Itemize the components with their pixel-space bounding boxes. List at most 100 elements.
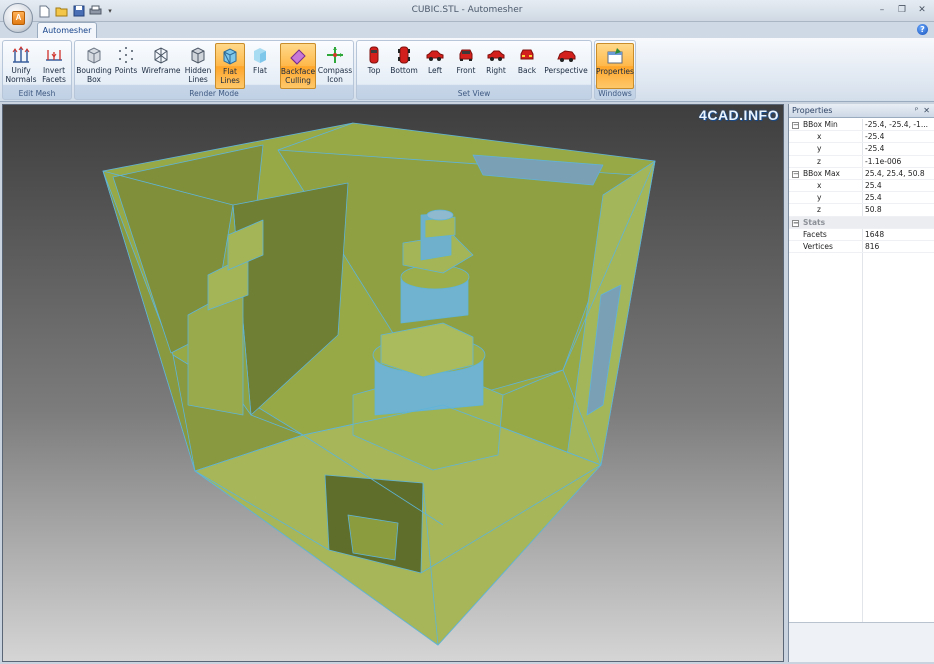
property-row[interactable]: x -25.4 bbox=[789, 131, 934, 144]
ribbon: Unify Normals Invert Facets Edit Mesh Bo… bbox=[0, 38, 934, 102]
property-value: 25.4 bbox=[865, 180, 882, 190]
property-row[interactable]: y 25.4 bbox=[789, 192, 934, 205]
button-label: Wireframe bbox=[141, 66, 181, 75]
button-label: Invert Facets bbox=[42, 66, 66, 84]
minimize-button[interactable]: – bbox=[876, 4, 888, 16]
compass-icon bbox=[325, 44, 345, 66]
button-label: Right bbox=[486, 66, 506, 75]
points-button[interactable]: Points bbox=[113, 43, 139, 89]
group-label: Render Mode bbox=[189, 89, 239, 98]
car-right-icon bbox=[486, 44, 506, 66]
invert-facets-icon bbox=[44, 44, 64, 66]
group-label: Set View bbox=[457, 89, 491, 98]
points-icon bbox=[116, 44, 136, 66]
button-label: Back bbox=[517, 66, 537, 75]
view-top-button[interactable]: Top bbox=[359, 43, 389, 89]
watermark: 4CAD.INFO bbox=[699, 107, 779, 123]
group-windows: Properties Windows bbox=[594, 40, 636, 100]
hidden-lines-button[interactable]: Hidden Lines bbox=[183, 43, 213, 89]
3d-viewport[interactable]: 4CAD.INFO bbox=[2, 104, 784, 662]
property-row[interactable]: z 50.8 bbox=[789, 204, 934, 217]
button-label: Top bbox=[367, 66, 381, 75]
app-icon: A bbox=[12, 11, 25, 25]
car-top-icon bbox=[364, 44, 384, 66]
view-left-button[interactable]: Left bbox=[421, 43, 449, 89]
property-grid: − BBox Min -25.4, -25.4, -1... x -25.4 y… bbox=[789, 119, 934, 254]
flat-button[interactable]: Flat bbox=[247, 43, 273, 89]
bounding-box-icon bbox=[84, 44, 104, 66]
restore-button[interactable]: ❐ bbox=[896, 4, 908, 16]
property-value: -25.4, -25.4, -1... bbox=[865, 120, 928, 129]
property-row-bbox-min[interactable]: − BBox Min -25.4, -25.4, -1... bbox=[789, 119, 934, 132]
property-value: -25.4 bbox=[865, 144, 885, 154]
close-icon[interactable]: ✕ bbox=[923, 106, 930, 115]
car-bottom-icon bbox=[394, 44, 414, 66]
property-key: BBox Min bbox=[803, 120, 838, 129]
unify-normals-icon bbox=[11, 44, 31, 66]
button-label: Backface Culling bbox=[280, 67, 316, 85]
panel-title: Properties bbox=[792, 106, 833, 115]
property-row[interactable]: y -25.4 bbox=[789, 143, 934, 156]
flat-lines-button[interactable]: Flat Lines bbox=[215, 43, 245, 89]
view-perspective-button[interactable]: Perspective bbox=[543, 43, 589, 89]
group-label: Edit Mesh bbox=[18, 89, 56, 98]
pin-icon[interactable]: ᴾ bbox=[915, 106, 918, 115]
bounding-box-button[interactable]: Bounding Box bbox=[76, 43, 112, 89]
property-value: -1.1e-006 bbox=[865, 156, 902, 166]
property-row[interactable]: x 25.4 bbox=[789, 180, 934, 193]
property-row[interactable]: z -1.1e-006 bbox=[789, 156, 934, 168]
property-value: 816 bbox=[865, 241, 880, 251]
properties-title-bar: Properties ᴾ ✕ bbox=[789, 104, 934, 118]
compass-icon-button[interactable]: Compass Icon bbox=[317, 43, 353, 89]
property-category-stats[interactable]: − Stats bbox=[789, 216, 934, 229]
property-row-facets[interactable]: Facets 1648 bbox=[789, 229, 934, 241]
property-description-area bbox=[789, 622, 934, 662]
button-label: Bounding Box bbox=[76, 66, 112, 84]
property-key: Vertices bbox=[803, 241, 833, 251]
view-back-button[interactable]: Back bbox=[513, 43, 541, 89]
button-label: Perspective bbox=[544, 66, 588, 75]
help-icon[interactable]: ? bbox=[917, 24, 928, 35]
property-key: Facets bbox=[803, 229, 827, 239]
tab-automesher[interactable]: Automesher bbox=[37, 22, 97, 38]
group-label: Windows bbox=[598, 89, 632, 98]
wireframe-icon bbox=[151, 44, 171, 66]
wireframe-button[interactable]: Wireframe bbox=[141, 43, 181, 89]
backface-culling-button[interactable]: Backface Culling bbox=[280, 43, 316, 89]
view-bottom-button[interactable]: Bottom bbox=[389, 43, 419, 89]
properties-window-button[interactable]: Properties bbox=[596, 43, 634, 89]
button-label: Unify Normals bbox=[5, 66, 37, 84]
application-button[interactable]: A bbox=[3, 3, 33, 33]
button-label: Hidden Lines bbox=[184, 66, 212, 84]
title-bar: ▾ CUBIC.STL - Automesher – ❐ ✕ bbox=[0, 0, 934, 22]
window-title: CUBIC.STL - Automesher bbox=[411, 5, 523, 15]
button-label: Properties bbox=[596, 67, 634, 76]
property-row-bbox-max[interactable]: − BBox Max 25.4, 25.4, 50.8 bbox=[789, 168, 934, 180]
property-value: -25.4 bbox=[865, 132, 885, 142]
view-front-button[interactable]: Front bbox=[451, 43, 481, 89]
property-value: 25.4, 25.4, 50.8 bbox=[865, 168, 925, 178]
flat-lines-icon bbox=[220, 45, 240, 67]
category-label: Stats bbox=[803, 217, 826, 227]
collapse-icon[interactable]: − bbox=[792, 170, 799, 178]
ribbon-tab-strip: Automesher ? bbox=[0, 22, 934, 38]
view-right-button[interactable]: Right bbox=[481, 43, 511, 89]
button-label: Front bbox=[456, 66, 476, 75]
collapse-icon[interactable]: − bbox=[792, 122, 799, 129]
properties-icon bbox=[605, 45, 625, 67]
collapse-icon[interactable]: − bbox=[792, 219, 799, 227]
car-back-icon bbox=[517, 44, 537, 66]
button-label: Points bbox=[114, 66, 138, 75]
button-label: Flat bbox=[253, 66, 267, 75]
button-label: Bottom bbox=[390, 66, 418, 75]
property-value: 25.4 bbox=[865, 193, 882, 203]
property-value: 1648 bbox=[865, 229, 885, 239]
button-label: Left bbox=[427, 66, 443, 75]
invert-facets-button[interactable]: Invert Facets bbox=[38, 43, 70, 89]
unify-normals-button[interactable]: Unify Normals bbox=[5, 43, 37, 89]
close-button[interactable]: ✕ bbox=[916, 4, 928, 16]
backface-culling-icon bbox=[288, 45, 308, 67]
property-row-vertices[interactable]: Vertices 816 bbox=[789, 241, 934, 254]
car-perspective-icon bbox=[556, 44, 576, 66]
hidden-lines-icon bbox=[188, 44, 208, 66]
